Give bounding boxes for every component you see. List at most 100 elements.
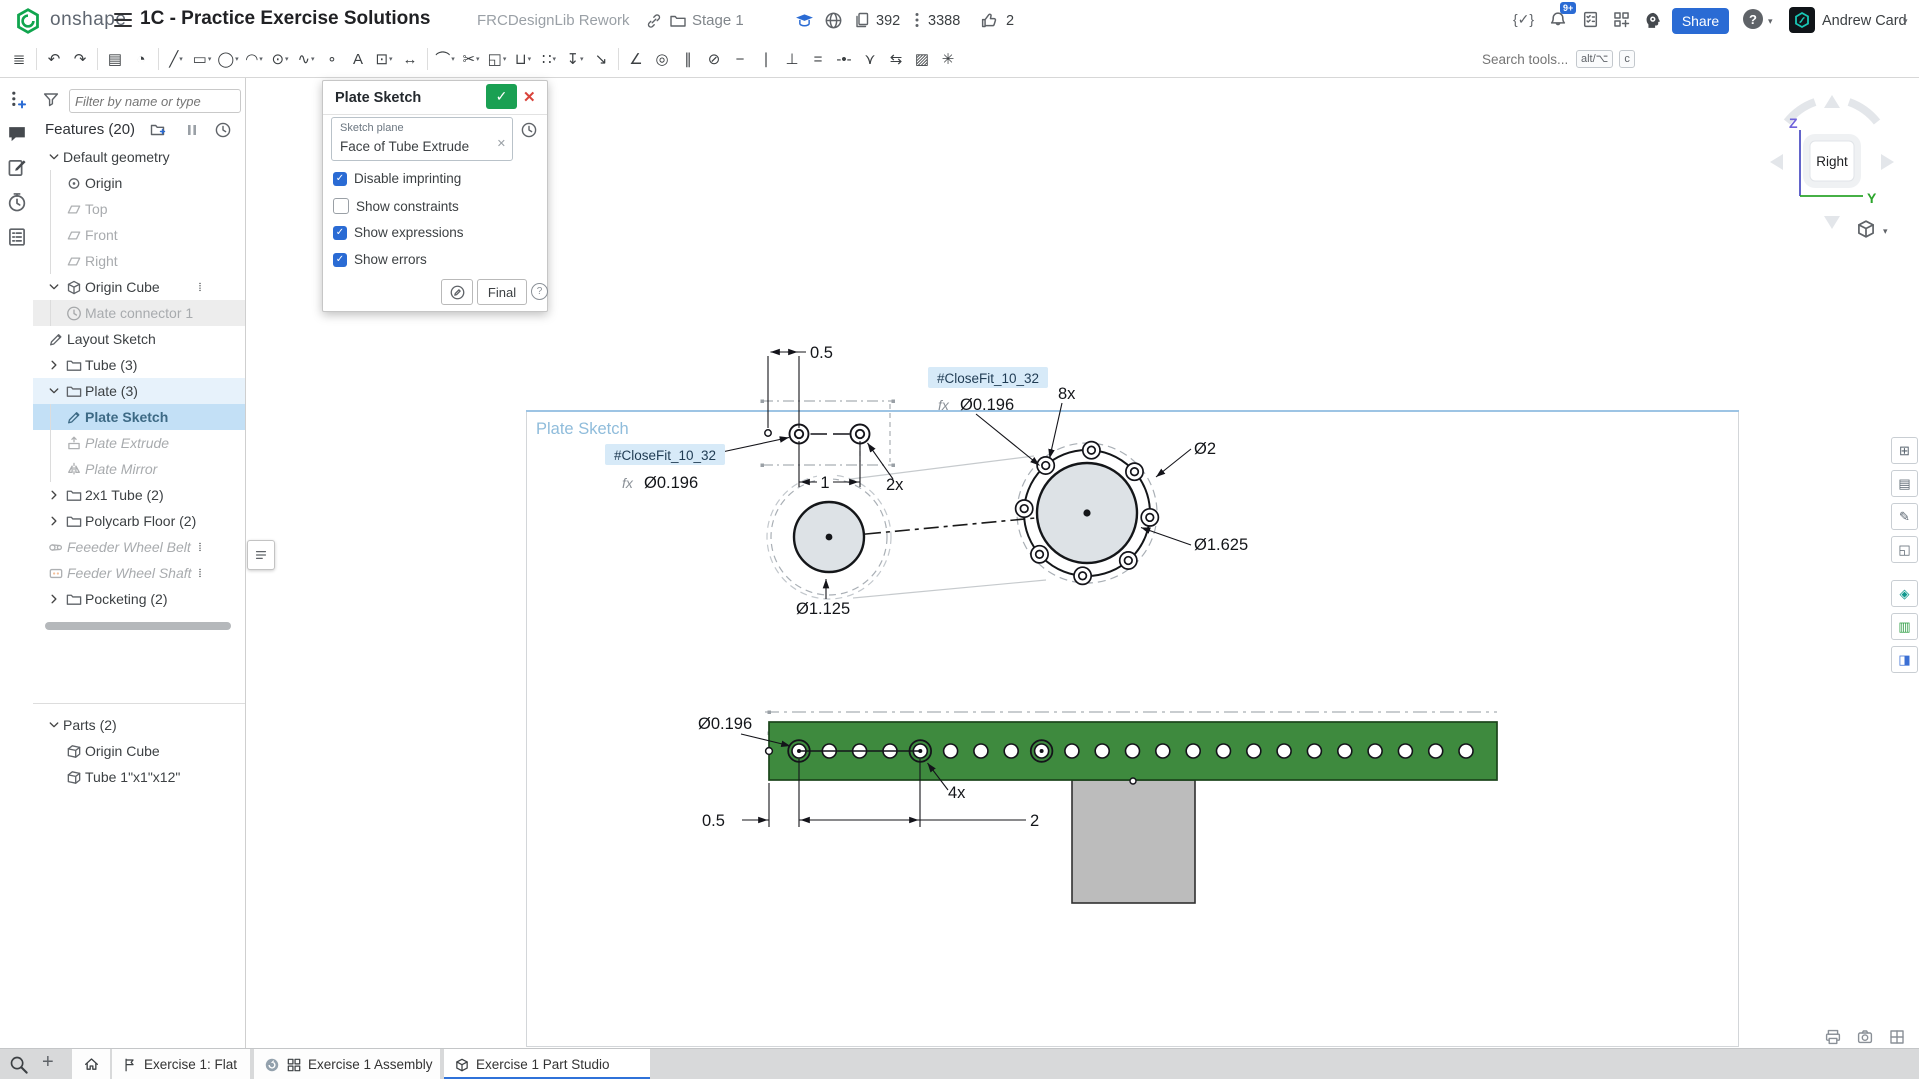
feature-row-plate-mirror[interactable]: Plate Mirror <box>33 456 245 482</box>
chevron-down-icon[interactable] <box>45 384 63 398</box>
panel-toggle-3-button[interactable]: ✎ <box>1891 503 1918 530</box>
dia-plate-hole[interactable]: Ø0.196 <box>698 715 752 733</box>
learning-center-icon[interactable] <box>795 11 814 30</box>
circle-tool[interactable]: ◯ ▾ <box>216 45 240 73</box>
clear-field-button[interactable]: ✕ <box>497 137 506 150</box>
bearing-circle[interactable] <box>1035 461 1139 565</box>
horizontal-constraint-tool[interactable]: − <box>728 45 752 73</box>
caret-down-icon[interactable]: ▾ <box>208 55 212 63</box>
plate-hole[interactable] <box>1367 743 1383 759</box>
row-menu-icon[interactable] <box>195 278 205 296</box>
top-holes[interactable] <box>764 423 871 445</box>
panel-toggle-1-button[interactable]: ⊞ <box>1891 437 1918 464</box>
plate-hole[interactable] <box>1185 743 1201 759</box>
feature-row-plate-3[interactable]: Plate (3) <box>33 378 245 404</box>
checkbox-box[interactable]: ✓ <box>333 252 347 267</box>
panel-toggle-6-button[interactable]: ▥ <box>1891 613 1918 640</box>
user-name[interactable]: Andrew Card <box>1822 13 1907 29</box>
feature-row-layout-sketch[interactable]: Layout Sketch <box>33 326 245 352</box>
bolt-hole[interactable] <box>1073 566 1093 586</box>
rollback-icon[interactable] <box>214 121 232 139</box>
caret-down-icon[interactable]: ▾ <box>476 55 480 63</box>
tangent-constraint-tool[interactable]: ⊘ <box>702 45 726 73</box>
tab-exercise-1-part-studio[interactable]: Exercise 1 Part Studio <box>444 1049 650 1079</box>
panel-toggle-5-button[interactable]: ◈ <box>1891 580 1918 607</box>
thumbs-up-icon[interactable] <box>980 11 999 30</box>
history-button[interactable] <box>6 191 28 213</box>
document-title[interactable]: 1C - Practice Exercise Solutions <box>140 8 430 30</box>
dialog-help-button[interactable]: ? <box>531 283 548 300</box>
text-tool[interactable]: A <box>346 45 370 73</box>
left-circle[interactable] <box>792 500 866 574</box>
feature-list-tool[interactable]: ≣ <box>7 45 31 73</box>
plate-hole-ring[interactable] <box>908 739 933 763</box>
dialog-confirm-button[interactable]: ✓ <box>486 84 517 109</box>
feature-row-feeeder-wheel-belt[interactable]: Feeeder Wheel Belt <box>33 534 245 560</box>
redo-tool[interactable]: ↷ <box>68 45 92 73</box>
plate-holes[interactable] <box>791 743 1474 759</box>
row-menu-icon[interactable] <box>195 564 205 582</box>
perpendicular-constraint-tool[interactable]: ⊥ <box>780 45 804 73</box>
bolt-hole[interactable] <box>1030 544 1049 564</box>
caret-down-icon[interactable]: ▾ <box>235 55 239 63</box>
point-tool[interactable]: ∘ <box>320 45 344 73</box>
feature-row-front[interactable]: Front <box>33 222 245 248</box>
camera-corner-icon[interactable] <box>1854 1028 1876 1046</box>
right-circle-center[interactable] <box>1083 509 1091 517</box>
feature-row-right[interactable]: Right <box>33 248 245 274</box>
chevron-right-icon[interactable] <box>45 358 63 372</box>
suppress-icon[interactable] <box>183 121 201 139</box>
parallel-constraint-tool[interactable]: ∥ <box>676 45 700 73</box>
bolt-hole[interactable] <box>1118 551 1138 570</box>
new-folder-icon[interactable] <box>150 121 168 139</box>
dim-plate-span[interactable]: 2 <box>1030 812 1039 830</box>
chevron-right-icon[interactable] <box>45 514 63 528</box>
sketch-mode-button[interactable] <box>441 279 473 305</box>
views-icon[interactable] <box>908 11 926 29</box>
tasks-icon[interactable] <box>1581 10 1600 29</box>
panel-toggle-2-button[interactable]: ▤ <box>1891 470 1918 497</box>
symmetric-constraint-tool[interactable]: ⇆ <box>884 45 908 73</box>
help-button[interactable]: ? <box>1743 9 1763 29</box>
offset-tool[interactable]: ◱ ▾ <box>485 45 509 73</box>
tube-part[interactable] <box>1071 779 1196 904</box>
plate-hole[interactable] <box>1337 743 1353 759</box>
plate-hole[interactable] <box>1003 743 1020 759</box>
count-plate-holes[interactable]: 4x <box>948 784 966 802</box>
undo-tool[interactable]: ↶ <box>42 45 66 73</box>
feature-row-top[interactable]: Top <box>33 196 245 222</box>
caret-down-icon[interactable]: ▾ <box>311 55 315 63</box>
dia-outer-circle[interactable]: Ø2 <box>1194 440 1216 458</box>
sketch-plane-field[interactable]: Sketch plane Face of Tube Extrude ✕ <box>331 117 513 161</box>
bolt-hole[interactable] <box>1140 507 1160 527</box>
chevron-right-icon[interactable] <box>45 488 63 502</box>
chevron-right-icon[interactable] <box>45 592 63 606</box>
left-circle-center[interactable] <box>825 533 833 541</box>
plate-hole[interactable] <box>1064 743 1080 759</box>
plate-hole[interactable] <box>1124 743 1141 759</box>
part-row-origin-cube[interactable]: Origin Cube <box>33 738 245 764</box>
plate-hole[interactable] <box>851 743 868 759</box>
arc-tool[interactable]: ◠ ▾ <box>242 45 266 73</box>
checkbox-box[interactable]: ✓ <box>333 225 347 240</box>
tab-exercise-1-assembly[interactable]: Exercise 1 Assembly <box>254 1049 440 1079</box>
equal-constraint-tool[interactable]: = <box>806 45 830 73</box>
feature-row-pocketing-2[interactable]: Pocketing (2) <box>33 586 245 612</box>
link-icon[interactable] <box>645 12 663 30</box>
ellipse-tool[interactable]: ⊙ ▾ <box>268 45 292 73</box>
view-cube[interactable]: Z Y Right ▾ <box>1737 82 1919 250</box>
plate-hole[interactable] <box>973 743 989 759</box>
plate-hole[interactable] <box>1397 743 1414 759</box>
checkbox-box[interactable]: ✓ <box>333 171 347 186</box>
expression-closefit-right[interactable]: #CloseFit_10_32 <box>937 371 1039 386</box>
home-tab[interactable] <box>72 1049 110 1079</box>
filter-input[interactable] <box>69 89 241 113</box>
chevron-down-icon[interactable] <box>45 280 63 294</box>
caret-down-icon[interactable]: ▾ <box>528 55 532 63</box>
bolt-holes[interactable] <box>1014 440 1160 586</box>
sketch-canvas[interactable]: Plate Sketch0.5#CloseFit_10_32fx Ø0.1968x… <box>0 0 1919 1079</box>
count-bolt-holes[interactable]: 8x <box>1058 385 1076 403</box>
rollback-clock-icon[interactable] <box>520 121 538 139</box>
bolt-hole[interactable] <box>1081 440 1101 460</box>
pierce-constraint-tool[interactable]: ▨ <box>910 45 934 73</box>
